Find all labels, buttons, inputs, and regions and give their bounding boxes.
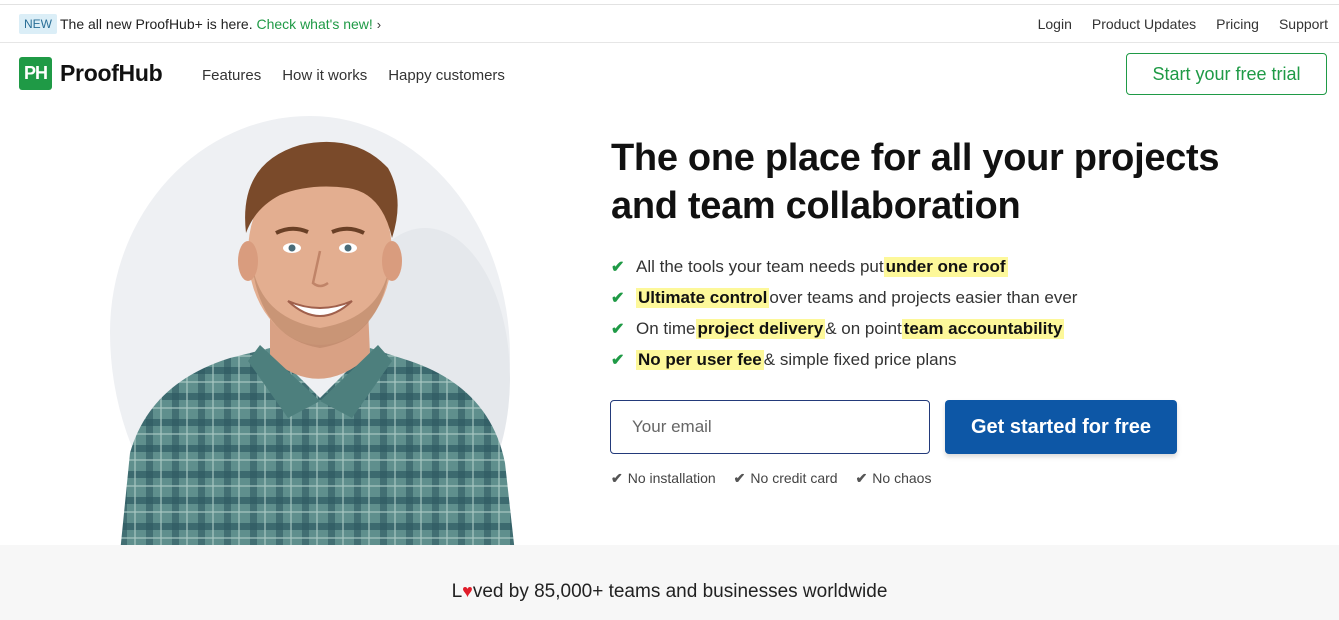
check-icon: ✔ [611,320,625,338]
feature-highlight: project delivery [695,318,826,339]
perks-list: ✔ No installation ✔ No credit card ✔ No cha… [611,470,931,487]
list-item: ✔ On time project delivery & on point te… [611,313,1077,344]
smiling-man-image [120,141,515,545]
headline-line-1: The one place for all your projects [611,137,1220,179]
hero-headline: The one place for all your projects and … [611,134,1311,230]
list-item: ✔ No credit card [734,470,838,487]
check-icon: ✔ [611,258,625,276]
list-item: ✔ All the tools your team needs put unde… [611,251,1077,282]
pricing-link[interactable]: Pricing [1216,16,1259,32]
loved-rest: ved by 85,000+ teams and businesses worl… [472,581,888,602]
hero-illustration [0,108,600,545]
feature-highlight: No per user fee [636,349,764,370]
perk-label: No chaos [872,470,932,486]
feature-text: & simple fixed price plans [763,349,957,369]
support-link[interactable]: Support [1279,16,1328,32]
feature-text: All the tools your team needs put [636,256,884,276]
logo-text: ProofHub [60,60,163,86]
check-icon: ✔ [611,470,623,486]
heart-icon: ♥ [462,581,473,601]
list-item: ✔ Ultimate control over teams and projec… [611,282,1077,313]
list-item: ✔ No chaos [856,470,932,487]
nav-links: Features How it works Happy customers [202,67,505,84]
announcement-text: The all new ProofHub+ is here. Check wha… [60,16,381,32]
check-icon: ✔ [733,470,746,486]
product-updates-link[interactable]: Product Updates [1092,16,1196,32]
get-started-button[interactable]: Get started for free [945,400,1177,454]
check-icon: ✔ [855,470,868,486]
feature-list: ✔ All the tools your team needs put unde… [611,251,1077,375]
login-link[interactable]: Login [1038,16,1072,32]
feature-highlight: under one roof [883,256,1008,277]
loved-prefix: L [451,581,463,602]
feature-highlight: Ultimate control [636,287,770,308]
check-icon: ✔ [611,351,625,369]
announcement-message: The all new ProofHub+ is here. [60,16,253,32]
whats-new-link[interactable]: Check what's new! [257,16,373,32]
feature-highlight: team accountability [901,318,1065,339]
feature-text: On time [636,318,696,338]
feature-text: & on point [825,318,902,338]
email-field[interactable] [610,400,930,454]
perk-label: No installation [627,470,716,486]
nav-features[interactable]: Features [202,67,261,84]
list-item: ✔ No installation [611,470,716,487]
announcement-bar: NEW The all new ProofHub+ is here. Check… [0,4,1339,43]
check-icon: ✔ [611,289,625,307]
perk-label: No credit card [750,470,838,486]
top-links: Login Product Updates Pricing Support [1038,16,1328,32]
feature-text: over teams and projects easier than ever [769,287,1078,307]
headline-line-2: and team collaboration [611,185,1021,227]
main-nav: PH ProofHub Features How it works Happy … [0,44,1339,108]
chevron-right-icon: › [376,17,382,32]
social-proof-band: L♥ved by 85,000+ teams and businesses wo… [0,545,1339,620]
logo-mark: PH [19,57,52,90]
nav-how-it-works[interactable]: How it works [282,67,367,84]
list-item: ✔ No per user fee & simple fixed price p… [611,344,1077,375]
logo[interactable]: PH ProofHub [19,57,163,90]
social-proof-text: L♥ved by 85,000+ teams and businesses wo… [0,581,1339,603]
nav-happy-customers[interactable]: Happy customers [388,67,505,84]
start-free-trial-button[interactable]: Start your free trial [1126,53,1327,95]
new-badge: NEW [19,14,57,34]
